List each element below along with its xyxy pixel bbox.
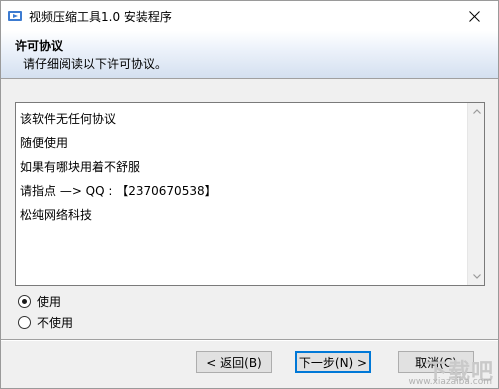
- window-title: 视频压缩工具1.0 安装程序: [29, 10, 172, 24]
- radio-decline[interactable]: 不使用: [18, 314, 73, 331]
- license-line: 请指点 —> QQ : 【2370670538】: [20, 184, 217, 198]
- close-icon: [468, 10, 480, 22]
- license-line: 如果有哪块用着不舒服: [20, 160, 141, 174]
- license-content: 该软件无任何协议 随便使用 如果有哪块用着不舒服 请指点 —> QQ : 【23…: [20, 107, 468, 227]
- title-bar: 视频压缩工具1.0 安装程序: [1, 1, 498, 31]
- license-text-area[interactable]: 该软件无任何协议 随便使用 如果有哪块用着不舒服 请指点 —> QQ : 【23…: [15, 102, 485, 286]
- radio-decline-button[interactable]: [18, 316, 31, 329]
- footer-divider: [1, 339, 498, 341]
- page-subtitle: 请仔细阅读以下许可协议。: [23, 57, 168, 71]
- watermark-url: www.xiazaiba.com: [408, 377, 492, 387]
- scroll-down-button[interactable]: [468, 268, 485, 285]
- vertical-scrollbar[interactable]: [467, 103, 484, 285]
- page-title: 许可协议: [15, 39, 64, 53]
- scroll-up-button[interactable]: [468, 103, 485, 120]
- chevron-down-icon: [472, 274, 481, 279]
- radio-decline-label: 不使用: [37, 316, 74, 330]
- next-button[interactable]: 下一步(N) >: [295, 351, 371, 373]
- back-button[interactable]: < 返回(B): [196, 351, 272, 373]
- radio-accept[interactable]: 使用: [18, 293, 61, 310]
- radio-accept-label: 使用: [37, 295, 62, 309]
- close-button[interactable]: [452, 1, 496, 31]
- license-line: 该软件无任何协议: [20, 112, 117, 126]
- license-line: 随便使用: [20, 136, 69, 150]
- installer-window: 视频压缩工具1.0 安装程序 许可协议 请仔细阅读以下许可协议。 该软件无任何协…: [0, 0, 499, 389]
- radio-accept-button[interactable]: [18, 295, 31, 308]
- license-line: 松纯网络科技: [20, 208, 93, 222]
- chevron-up-icon: [472, 109, 481, 114]
- installer-app-icon: [7, 8, 23, 24]
- page-header: 许可协议 请仔细阅读以下许可协议。: [1, 31, 498, 79]
